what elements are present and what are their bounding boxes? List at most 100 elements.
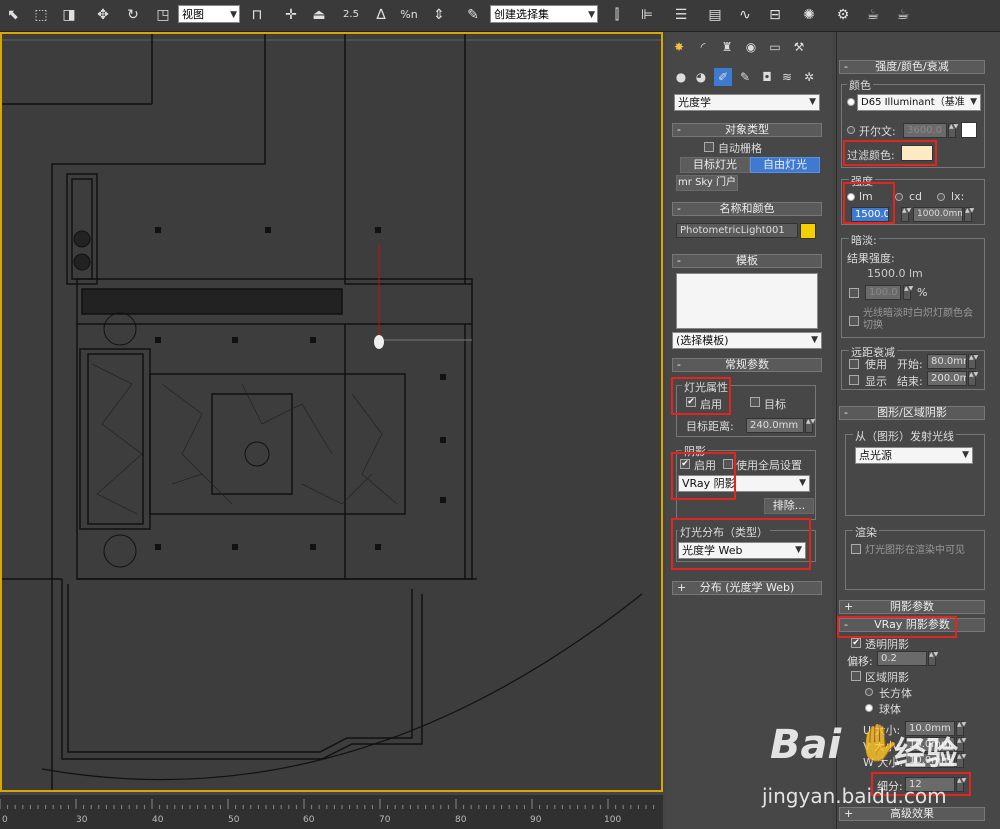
exclude-button[interactable]: 排除...: [764, 498, 814, 514]
general-params-rollout[interactable]: - 常规参数: [672, 358, 822, 372]
illuminant-preset-dropdown[interactable]: D65 Illuminant（基准 ▼: [857, 94, 981, 111]
window-crossing-icon[interactable]: ◨: [58, 4, 80, 26]
angle-snap-icon[interactable]: ∆: [370, 4, 392, 26]
far-start-field[interactable]: 80.0mm: [927, 354, 967, 369]
target-checkbox[interactable]: [750, 397, 760, 407]
select-manipulate-icon[interactable]: ✛: [280, 4, 302, 26]
distribution-web-rollout[interactable]: + 分布 (光度学 Web): [672, 581, 822, 595]
show-far-atten-checkbox[interactable]: [849, 375, 859, 385]
light-category-dropdown[interactable]: 光度学 ▼: [674, 94, 820, 111]
incandescent-label: 光线暗淡时白炽灯颜色会切换: [863, 308, 973, 331]
target-distance-spinner[interactable]: ▲▼: [805, 418, 815, 433]
advanced-effects-rollout[interactable]: + 高级效果: [839, 807, 985, 821]
luminous-flux-spinner[interactable]: ▲▼: [901, 207, 911, 222]
dimming-percent-field[interactable]: 100.0: [865, 285, 901, 300]
geometry-icon[interactable]: ●: [672, 68, 690, 86]
bias-spinner[interactable]: ▲▼: [928, 651, 938, 666]
rendered-frame-icon[interactable]: ☕: [862, 4, 884, 26]
kelvin-spinner[interactable]: ▲▼: [948, 123, 958, 138]
schematic-view-icon[interactable]: ⊟: [764, 4, 786, 26]
render-production-icon[interactable]: ☕: [892, 4, 914, 26]
spacewarps-icon[interactable]: ≋: [778, 68, 796, 86]
intensity-color-rollout[interactable]: - 强度/颜色/衰减: [839, 60, 985, 74]
pivot-icon[interactable]: ⊓: [246, 4, 268, 26]
name-color-rollout[interactable]: - 名称和颜色: [672, 202, 822, 216]
illuminance-distance-spinner[interactable]: ▲▼: [964, 207, 974, 222]
scale-icon[interactable]: ◳: [152, 4, 174, 26]
auto-grid-checkbox[interactable]: [704, 142, 714, 152]
systems-icon[interactable]: ✲: [800, 68, 818, 86]
spinner-snap-icon[interactable]: ⇕: [428, 4, 450, 26]
time-ruler[interactable]: 0 30 40 50 60 70 80 90 100: [0, 795, 663, 829]
dimming-percent-spinner[interactable]: ▲▼: [903, 285, 913, 300]
render-setup-icon[interactable]: ⚙: [832, 4, 854, 26]
template-list[interactable]: [676, 273, 818, 329]
visible-in-render-checkbox[interactable]: [851, 544, 861, 554]
preset-radio[interactable]: [847, 98, 855, 106]
utilities-tab-icon[interactable]: ⚒: [790, 38, 808, 56]
named-selection-dropdown[interactable]: 创建选择集 ▼: [490, 5, 598, 23]
kelvin-field[interactable]: 3600.0: [903, 123, 947, 138]
dimming-checkbox[interactable]: [849, 288, 859, 298]
helpers-icon[interactable]: ◘: [758, 68, 776, 86]
layer-manager-icon[interactable]: ☰: [670, 4, 692, 26]
sphere-label: 球体: [879, 703, 901, 716]
select-object-icon[interactable]: ⬉: [2, 4, 24, 26]
shapes-icon[interactable]: ◕: [692, 68, 710, 86]
mr-sky-portal-button[interactable]: mr Sky 门户: [676, 175, 738, 191]
lx-radio[interactable]: [937, 193, 945, 201]
snap-toggle-icon[interactable]: 2.5: [340, 4, 362, 26]
incandescent-checkbox[interactable]: [849, 316, 859, 326]
modify-tab-icon[interactable]: ◜: [694, 38, 712, 56]
motion-tab-icon[interactable]: ◉: [742, 38, 760, 56]
keyboard-shortcut-icon[interactable]: ⏏: [308, 4, 330, 26]
create-tab-icon[interactable]: ✸: [670, 38, 688, 56]
box-label: 长方体: [879, 687, 912, 700]
move-icon[interactable]: ✥: [92, 4, 114, 26]
illuminance-distance-field[interactable]: 1000.0mm: [913, 207, 963, 222]
emit-shape-dropdown[interactable]: 点光源 ▼: [855, 447, 973, 464]
box-radio[interactable]: [865, 688, 873, 696]
bias-field[interactable]: 0.2: [877, 651, 927, 666]
align-icon[interactable]: ⊫: [636, 4, 658, 26]
material-editor-icon[interactable]: ✺: [798, 4, 820, 26]
rectangular-selection-icon[interactable]: ⬚: [30, 4, 52, 26]
kelvin-radio[interactable]: [847, 126, 855, 134]
object-name-field[interactable]: PhotometricLight001: [676, 223, 798, 238]
target-distance-field[interactable]: 240.0mm: [746, 418, 804, 433]
graphite-tools-icon[interactable]: ▤: [704, 4, 726, 26]
highlight-vray-shadow: [837, 616, 957, 638]
display-tab-icon[interactable]: ▭: [766, 38, 784, 56]
shape-shadows-rollout[interactable]: - 图形/区域阴影: [839, 406, 985, 420]
sphere-radio[interactable]: [865, 704, 873, 712]
cd-radio[interactable]: [895, 193, 903, 201]
curve-editor-icon[interactable]: ∿: [734, 4, 756, 26]
percent-snap-icon[interactable]: %n: [398, 4, 420, 26]
lights-icon[interactable]: ✐: [714, 68, 732, 86]
shadow-params-rollout[interactable]: + 阴影参数: [839, 600, 985, 614]
edit-named-selection-icon[interactable]: ✎: [462, 4, 484, 26]
kelvin-color-swatch[interactable]: [961, 122, 977, 138]
use-label: 使用: [865, 358, 887, 371]
far-end-spinner[interactable]: ▲▼: [968, 371, 978, 386]
target-light-button[interactable]: 目标灯光: [680, 157, 750, 173]
top-viewport[interactable]: [0, 32, 663, 792]
ruler-label: 50: [228, 815, 240, 825]
object-type-rollout[interactable]: - 对象类型: [672, 123, 822, 137]
free-light-button[interactable]: 自由灯光: [750, 157, 820, 173]
kelvin-label: 开尔文:: [859, 125, 896, 138]
template-dropdown[interactable]: (选择模板) ▼: [672, 332, 822, 349]
far-end-field[interactable]: 200.0mm: [927, 371, 967, 386]
hierarchy-tab-icon[interactable]: ♜: [718, 38, 736, 56]
rotate-icon[interactable]: ↻: [122, 4, 144, 26]
area-shadow-checkbox[interactable]: [851, 671, 861, 681]
far-start-spinner[interactable]: ▲▼: [968, 354, 978, 369]
mirror-icon[interactable]: ⫿: [606, 4, 628, 26]
target-distance-label: 目标距离:: [686, 420, 734, 433]
use-far-atten-checkbox[interactable]: [849, 359, 859, 369]
object-color-swatch[interactable]: [800, 223, 816, 239]
templates-rollout[interactable]: - 模板: [672, 254, 822, 268]
reference-coordinate-dropdown[interactable]: 视图 ▼: [178, 5, 240, 23]
cameras-icon[interactable]: ✎: [736, 68, 754, 86]
transparent-shadows-checkbox[interactable]: ✔: [851, 638, 861, 648]
